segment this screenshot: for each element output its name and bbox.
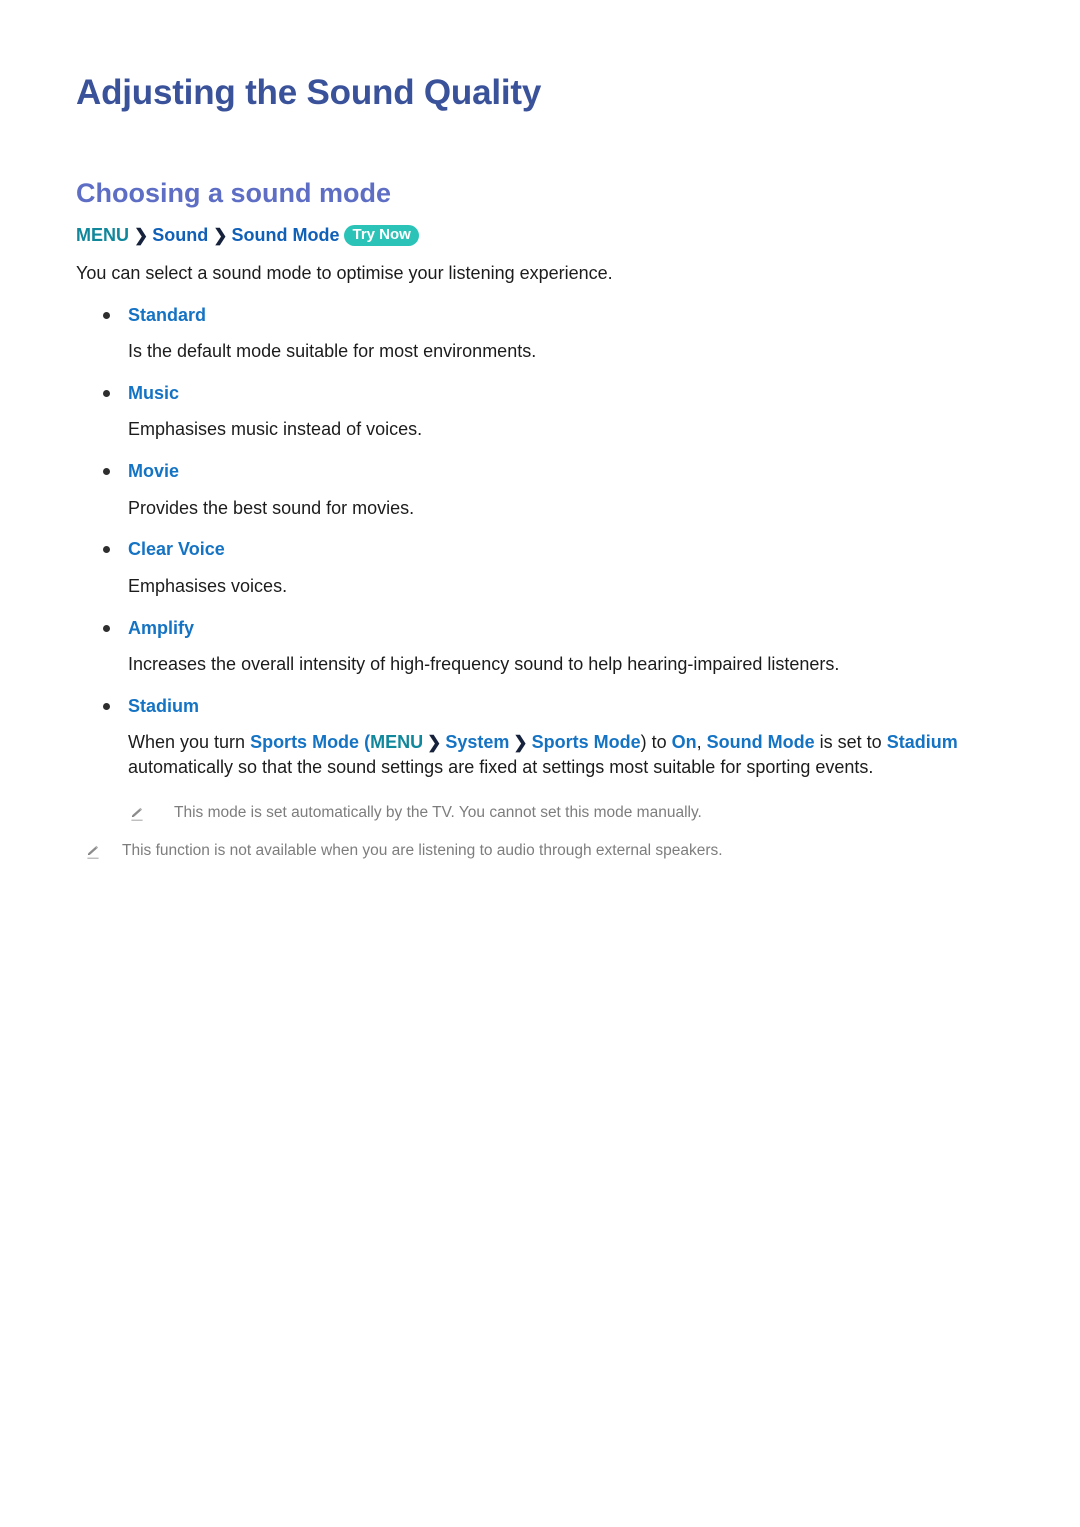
- bullet-icon: [103, 546, 110, 554]
- text-fragment: (: [359, 732, 371, 753]
- chevron-right-icon: ❯: [134, 225, 149, 245]
- page-title: Adjusting the Sound Quality: [76, 73, 542, 112]
- mode-description-music: Emphasises music instead of voices.: [128, 419, 423, 440]
- text-fragment: ,: [696, 732, 707, 753]
- mode-description-movie: Provides the best sound for movies.: [128, 497, 415, 518]
- intro-paragraph: You can select a sound mode to optimise …: [76, 263, 613, 284]
- chevron-right-icon: ❯: [427, 733, 442, 753]
- bullet-icon: [103, 468, 110, 476]
- chevron-right-icon: ❯: [213, 225, 228, 245]
- document-page: Adjusting the Sound Quality Choosing a s…: [0, 0, 1080, 1527]
- mode-label-stadium: Stadium: [128, 695, 200, 716]
- mode-description-stadium: When you turn Sports Mode (MENU ❯ System ❯ S…: [128, 718, 1016, 780]
- value-stadium: Stadium: [886, 732, 958, 753]
- mode-description-amplify: Increases the overall intensity of high-…: [128, 654, 840, 674]
- mode-label-amplify: Amplify: [128, 617, 195, 638]
- link-sports-mode[interactable]: Sports Mode: [250, 732, 359, 752]
- text-fragment: When you turn: [128, 732, 251, 753]
- menu-path-breadcrumb: MENU ❯ Sound ❯ Sound Mode Try Now: [76, 210, 1016, 249]
- mode-label-standard: Standard: [128, 304, 207, 325]
- pencil-icon: [128, 805, 146, 823]
- list-item: Standard Is the default mode suitable fo…: [76, 286, 1016, 364]
- bullet-icon: [103, 624, 110, 632]
- note-text: This function is not available when you …: [122, 841, 723, 859]
- mode-label-movie: Movie: [128, 461, 180, 482]
- list-item: Movie Provides the best sound for movies…: [76, 442, 1016, 520]
- breadcrumb-item-sound-mode[interactable]: Sound Mode: [232, 225, 340, 245]
- list-item: Stadium When you turn Sports Mode (MENU ❯…: [76, 677, 1016, 780]
- note-row: This mode is set automatically by the TV…: [128, 780, 1016, 824]
- note-row: This function is not available when you …: [84, 824, 1016, 862]
- pencil-icon: [84, 843, 102, 861]
- link-sound-mode[interactable]: Sound Mode: [707, 732, 815, 752]
- list-item: Clear Voice Emphasises voices.: [76, 520, 1016, 598]
- mode-label-clear-voice: Clear Voice: [128, 539, 225, 560]
- bullet-icon: [103, 389, 110, 397]
- text-fragment: is set to: [814, 732, 887, 753]
- link-system[interactable]: System: [445, 732, 509, 752]
- chevron-right-icon: ❯: [513, 733, 528, 753]
- section-heading: Choosing a sound mode: [76, 178, 391, 209]
- text-fragment: automatically so that the sound settings…: [128, 757, 874, 778]
- link-menu[interactable]: MENU: [370, 732, 423, 752]
- text-fragment: ) to: [640, 732, 672, 753]
- mode-description-standard: Is the default mode suitable for most en…: [128, 341, 537, 362]
- value-on: On: [671, 732, 697, 753]
- sound-mode-list: Standard Is the default mode suitable fo…: [76, 286, 1016, 780]
- breadcrumb-menu-root[interactable]: MENU: [76, 225, 129, 245]
- list-item: Amplify Increases the overall intensity …: [76, 599, 1016, 677]
- bullet-icon: [103, 311, 110, 319]
- try-now-badge[interactable]: Try Now: [344, 224, 419, 247]
- note-text: This mode is set automatically by the TV…: [174, 803, 702, 821]
- breadcrumb-item-sound[interactable]: Sound: [152, 225, 208, 245]
- mode-description-clear-voice: Emphasises voices.: [128, 575, 288, 596]
- page-content: Adjusting the Sound Quality Choosing a s…: [76, 0, 1016, 861]
- link-sports-mode-2[interactable]: Sports Mode: [532, 732, 641, 752]
- mode-label-music: Music: [128, 382, 180, 403]
- bullet-icon: [103, 702, 110, 710]
- list-item: Music Emphasises music instead of voices…: [76, 364, 1016, 442]
